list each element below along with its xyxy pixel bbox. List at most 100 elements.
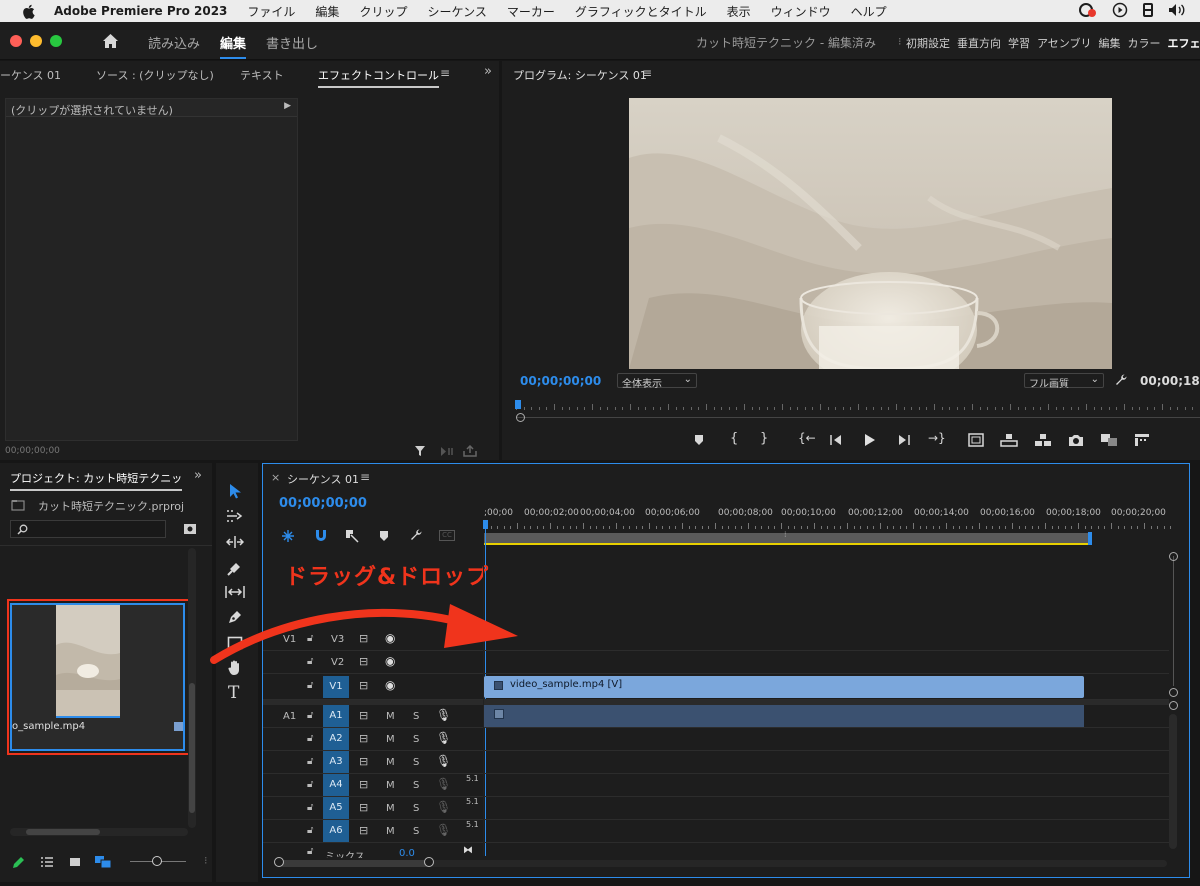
scroll-handle[interactable] — [1169, 701, 1178, 710]
solo-button[interactable]: S — [413, 757, 419, 768]
source-patch-a[interactable]: A1 — [283, 711, 296, 722]
lock-icon[interactable]: 🔓︎ — [307, 710, 313, 721]
menu-view[interactable]: 表示 — [727, 3, 751, 20]
zoom-scrollbar-handle[interactable] — [516, 413, 525, 422]
go-to-in-icon[interactable]: {← — [798, 431, 816, 445]
step-back-icon[interactable] — [830, 434, 842, 446]
lock-icon[interactable]: 🔓︎ — [307, 802, 313, 813]
add-marker-icon[interactable] — [379, 530, 389, 542]
zoom-start-handle[interactable] — [274, 857, 284, 867]
close-window-button[interactable] — [10, 35, 22, 47]
export-icon[interactable] — [463, 445, 477, 457]
comparison-view-icon[interactable] — [1100, 433, 1118, 447]
mark-out-icon[interactable]: } — [760, 431, 768, 446]
device-icon[interactable] — [1142, 2, 1154, 18]
sync-lock-icon[interactable]: ⊟ — [359, 778, 368, 791]
workspace-effects[interactable]: エフェク — [1167, 35, 1200, 51]
menu-graphics[interactable]: グラフィックとタイトル — [575, 3, 707, 20]
sync-lock-icon[interactable]: ⊟ — [359, 755, 368, 768]
project-search-input[interactable] — [10, 520, 166, 538]
apple-icon[interactable] — [20, 4, 36, 19]
sync-lock-icon[interactable]: ⊟ — [359, 732, 368, 745]
program-mini-ruler[interactable] — [515, 400, 1200, 411]
track-target-a3[interactable]: A3 — [323, 751, 349, 773]
menu-marker[interactable]: マーカー — [507, 3, 555, 20]
tab-export[interactable]: 書き出し — [266, 33, 318, 52]
camera-icon[interactable] — [1068, 433, 1084, 447]
sync-lock-icon[interactable]: ⊟ — [359, 824, 368, 837]
type-tool-icon[interactable]: T — [228, 683, 239, 703]
tab-import[interactable]: 読み込み — [148, 33, 200, 52]
timeline-sequence-tab[interactable]: シーケンス 01 — [287, 471, 359, 487]
menu-file[interactable]: ファイル — [247, 3, 295, 20]
slider-handle[interactable] — [152, 856, 162, 866]
timeline-settings-icon[interactable] — [409, 528, 423, 542]
program-monitor-title[interactable]: プログラム: シーケンス 01 — [513, 67, 647, 83]
mark-in-icon[interactable]: { — [730, 431, 738, 446]
workspace-vertical[interactable]: 垂直方向 — [957, 35, 1001, 51]
more-options-icon[interactable]: ⁝ — [204, 854, 208, 867]
track-target-a6[interactable]: A6 — [323, 820, 349, 842]
timeline-zoom-scrollbar[interactable] — [275, 860, 1167, 867]
solo-button[interactable]: S — [413, 780, 419, 791]
filter-icon[interactable] — [414, 445, 426, 457]
panel-menu-icon[interactable]: ≡ — [440, 66, 450, 80]
lock-icon[interactable]: 🔓︎ — [307, 846, 313, 857]
mute-button[interactable]: M — [386, 780, 395, 791]
step-forward-icon[interactable] — [898, 434, 910, 446]
track-target-a2[interactable]: A2 — [323, 728, 349, 750]
project-vertical-scrollbar[interactable] — [188, 548, 196, 828]
home-icon[interactable] — [102, 33, 119, 49]
razor-tool-icon[interactable] — [227, 560, 243, 576]
microphone-icon[interactable]: 🎙︎ — [436, 754, 451, 768]
zoom-dropdown[interactable]: 全体表示 ⌄ — [617, 373, 697, 390]
play-circle-icon[interactable] — [1112, 2, 1128, 18]
expand-arrow-icon[interactable]: ▶ — [284, 101, 291, 111]
eye-icon[interactable]: ◉ — [385, 678, 395, 692]
program-timecode[interactable]: 00;00;00;00 — [520, 374, 601, 388]
timeline-timecode[interactable]: 00;00;00;00 — [279, 496, 367, 511]
tab-effect-controls[interactable]: エフェクトコントロール — [318, 67, 439, 88]
play-icon[interactable] — [864, 433, 876, 447]
workspace-learning[interactable]: 学習 — [1008, 35, 1030, 51]
track-target-v1[interactable]: V1 — [323, 676, 349, 698]
solo-button[interactable]: S — [413, 826, 419, 837]
menu-help[interactable]: ヘルプ — [851, 3, 887, 20]
sync-lock-icon[interactable]: ⊟ — [359, 709, 368, 722]
scrollbar-thumb[interactable] — [26, 829, 100, 835]
mute-button[interactable]: M — [386, 757, 395, 768]
lift-icon[interactable] — [1000, 433, 1018, 447]
zoom-end-handle[interactable] — [424, 857, 434, 867]
expand-panels-icon[interactable]: » — [194, 468, 202, 483]
sync-lock-icon[interactable]: ⊟ — [359, 801, 368, 814]
mute-button[interactable]: M — [386, 826, 395, 837]
lock-icon[interactable]: 🔓︎ — [307, 779, 313, 790]
tab-text[interactable]: テキスト — [240, 67, 284, 83]
track-target-a1[interactable]: A1 — [323, 705, 349, 727]
list-view-icon[interactable] — [40, 857, 54, 868]
program-menu-icon[interactable]: ≡ — [642, 66, 652, 80]
scroll-handle[interactable] — [1169, 552, 1178, 561]
lock-icon[interactable]: 🔓︎ — [307, 756, 313, 767]
lock-icon[interactable]: 🔓︎ — [307, 680, 313, 691]
microphone-icon[interactable]: 🎙︎ — [436, 777, 451, 791]
program-zoom-scrollbar[interactable] — [516, 417, 1200, 418]
audio-track-scrollbar[interactable] — [1169, 714, 1177, 849]
track-select-tool-icon[interactable] — [226, 509, 244, 523]
mix-value[interactable]: 0.0 — [399, 848, 415, 858]
pencil-icon[interactable] — [12, 856, 25, 869]
menu-edit[interactable]: 編集 — [315, 3, 339, 20]
microphone-icon[interactable]: 🎙︎ — [436, 800, 451, 814]
close-tab-icon[interactable]: × — [271, 471, 280, 484]
microphone-icon[interactable]: 🎙︎ — [436, 823, 451, 837]
app-name[interactable]: Adobe Premiere Pro 2023 — [54, 4, 227, 18]
scrollbar-thumb[interactable] — [189, 683, 195, 813]
project-panel-title[interactable]: プロジェクト: カット時短テクニッ — [10, 470, 183, 491]
audio-clip[interactable] — [484, 705, 1084, 727]
selection-tool-icon[interactable] — [228, 483, 242, 499]
go-to-end-icon[interactable]: ⧓ — [463, 845, 473, 856]
ripple-edit-tool-icon[interactable] — [226, 535, 244, 549]
workspace-editing[interactable]: 編集 — [1098, 35, 1120, 51]
icon-view-icon[interactable] — [69, 856, 81, 868]
button-editor-icon[interactable] — [1134, 433, 1150, 447]
